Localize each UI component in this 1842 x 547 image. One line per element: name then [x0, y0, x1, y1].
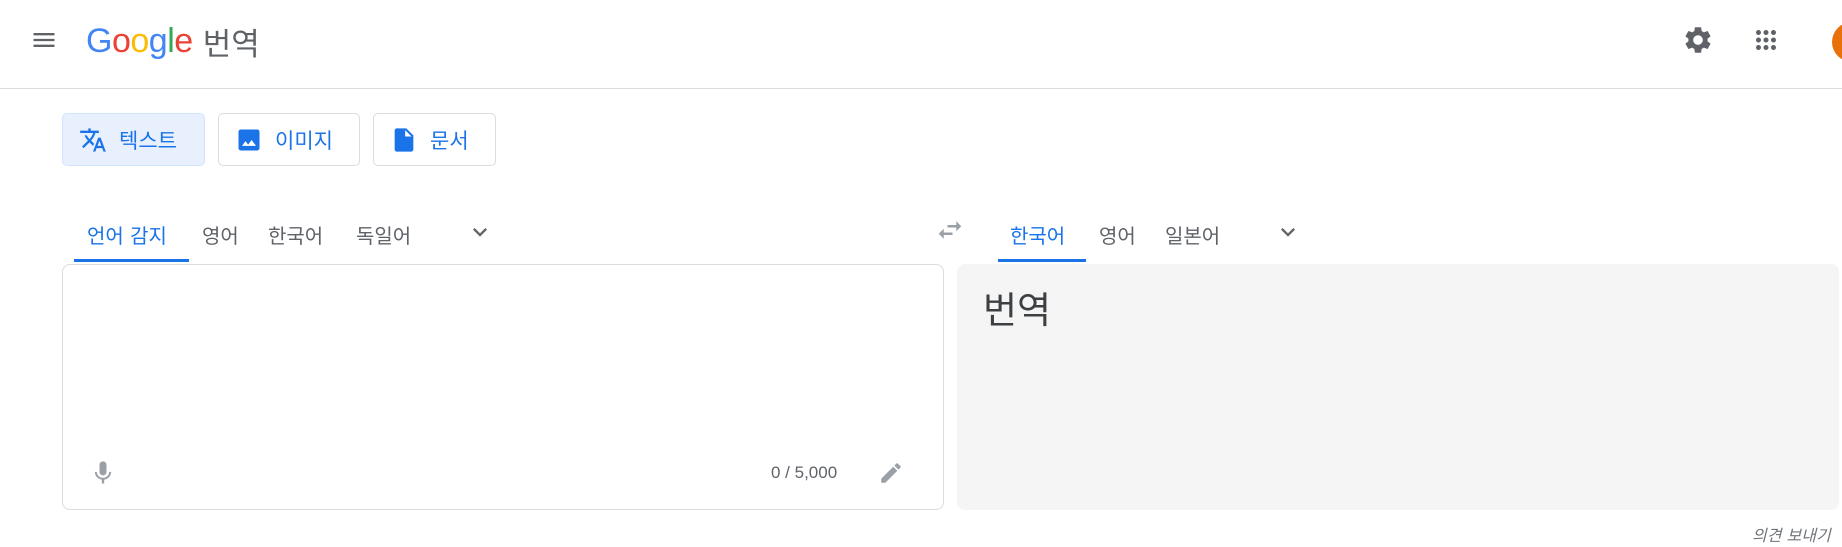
chevron-down-icon	[1281, 228, 1295, 237]
account-avatar[interactable]	[1832, 22, 1842, 62]
logo-letter: e	[174, 21, 193, 60]
target-tab-label: 영어	[1099, 223, 1136, 248]
target-tab-label: 한국어	[1010, 223, 1066, 248]
target-tab-english[interactable]: 영어	[1099, 207, 1136, 261]
source-tab-indicator	[74, 259, 189, 262]
send-feedback-link[interactable]: 의견 보내기	[1752, 522, 1831, 546]
text-mode-label: 텍스트	[119, 128, 177, 153]
target-tab-indicator	[998, 259, 1086, 262]
logo-letter: g	[148, 21, 168, 60]
document-icon	[394, 127, 414, 152]
image-mode-button[interactable]: 이미지	[218, 113, 360, 166]
translation-output-panel: 번역	[957, 264, 1839, 510]
swap-icon	[938, 221, 962, 239]
translate-icon	[80, 127, 106, 152]
google-wordmark: Google	[86, 22, 193, 61]
top-app-bar: Google 번역	[0, 0, 1842, 89]
handwriting-input-button[interactable]	[869, 451, 913, 495]
product-name: 번역	[202, 26, 260, 63]
target-tab-korean[interactable]: 한국어	[1010, 207, 1065, 261]
target-tab-label: 일본어	[1165, 223, 1221, 248]
translation-placeholder: 번역	[983, 289, 1052, 332]
image-icon	[238, 129, 260, 150]
source-tab-label: 언어 감지	[87, 223, 167, 248]
source-language-dropdown-button[interactable]	[460, 212, 500, 252]
target-language-dropdown-button[interactable]	[1268, 212, 1308, 252]
image-mode-label: 이미지	[275, 128, 333, 153]
swap-languages-button[interactable]	[928, 208, 972, 252]
apps-icon	[1756, 30, 1776, 50]
pencil-icon	[881, 463, 901, 483]
settings-icon	[1685, 27, 1711, 53]
source-tab-korean[interactable]: 한국어	[268, 207, 323, 261]
source-tab-label: 한국어	[268, 223, 324, 248]
logo-letter: o	[130, 21, 149, 60]
source-text-panel: 0 / 5,000	[62, 264, 944, 510]
microphone-icon	[94, 461, 112, 484]
source-tab-label: 독일어	[356, 223, 412, 248]
google-apps-button[interactable]	[1744, 18, 1788, 62]
character-count: 0 / 5,000	[771, 463, 838, 482]
text-mode-button[interactable]: 텍스트	[62, 113, 205, 166]
logo-letter: o	[111, 21, 131, 60]
source-tab-english[interactable]: 영어	[202, 207, 239, 261]
target-tab-japanese[interactable]: 일본어	[1165, 207, 1220, 261]
source-text-input[interactable]	[83, 283, 907, 437]
source-tab-detect-language[interactable]: 언어 감지	[87, 207, 167, 261]
source-tab-german[interactable]: 독일어	[356, 207, 411, 261]
main-menu-button[interactable]	[22, 18, 66, 62]
menu-icon	[33, 33, 55, 47]
settings-button[interactable]	[1676, 18, 1720, 62]
document-mode-label: 문서	[430, 128, 469, 153]
google-logo[interactable]: Google 번역	[86, 20, 260, 63]
chevron-down-icon	[473, 228, 487, 237]
logo-letter: G	[86, 21, 112, 60]
source-tab-label: 영어	[202, 223, 239, 248]
document-mode-button[interactable]: 문서	[373, 113, 496, 166]
voice-input-button[interactable]	[81, 451, 125, 495]
